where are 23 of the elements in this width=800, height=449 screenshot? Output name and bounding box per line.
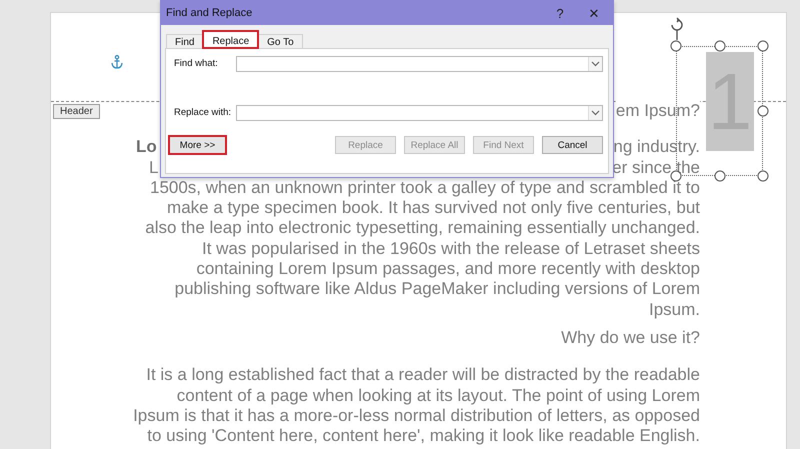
more-button[interactable]: More >> bbox=[169, 136, 226, 154]
dialog-button[interactable]: Cancel bbox=[542, 136, 603, 154]
combo-field[interactable] bbox=[236, 104, 603, 120]
header-label: Header bbox=[53, 104, 100, 119]
dropdown-button[interactable] bbox=[588, 56, 602, 70]
dropdown-button[interactable] bbox=[588, 106, 602, 120]
combo-field[interactable] bbox=[236, 56, 603, 72]
tab[interactable]: Find bbox=[166, 34, 204, 48]
field-label: Find what: bbox=[174, 58, 219, 69]
paragraph: It is a long established fact that a reader will be distracted by the readable content of a page when looking at its layout. The point of using Lorem Ipsum is that it has a more-or-less normal distribution of letters, as opposed to using 'Content here, content here', making it look like readable English. bbox=[133, 365, 700, 446]
close-button[interactable]: ✕ bbox=[577, 1, 611, 25]
tab[interactable]: Go To bbox=[258, 34, 303, 48]
heading-text: em Ipsum? bbox=[616, 101, 700, 122]
dialog-title: Find and Replace bbox=[166, 7, 254, 19]
chevron-down-icon bbox=[591, 60, 600, 66]
tab[interactable]: Replace bbox=[203, 31, 258, 48]
text-fragment: ng industry. bbox=[613, 137, 700, 158]
chevron-down-icon bbox=[591, 110, 600, 116]
anchor-icon bbox=[111, 55, 123, 69]
paragraph: 1500s, when an unknown printer took a galley of type and scrambled it to make a type specimen book. It has survived not only five centuries, but also the leap into electronic typesetting, remaining essentially unchanged. It was popularised in the 1960s with the release of Letraset sheets containing Lorem Ipsum passages, and more recently with desktop publishing software like Aldus PageMaker including versions of Lorem Ipsum. bbox=[145, 178, 700, 320]
heading-text: Why do we use it? bbox=[561, 328, 700, 349]
field-label: Replace with: bbox=[174, 107, 232, 118]
help-button[interactable]: ? bbox=[543, 1, 577, 25]
